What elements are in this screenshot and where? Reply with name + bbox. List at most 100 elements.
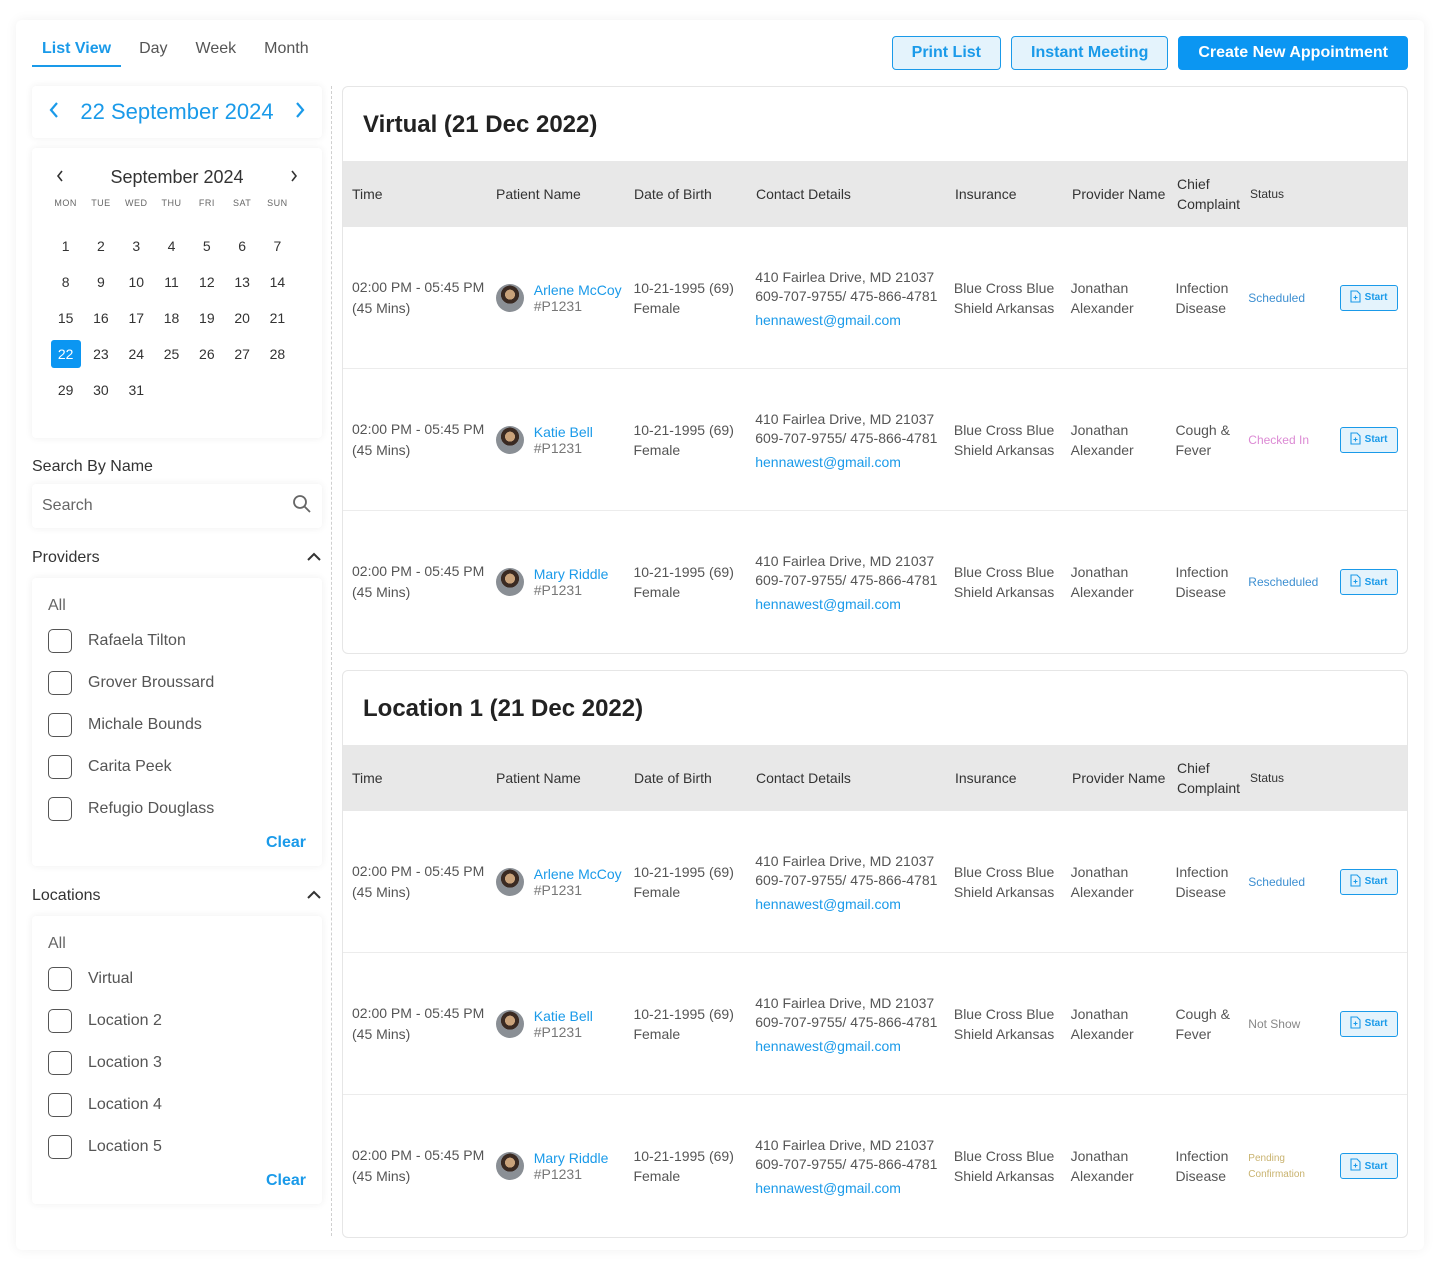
patient-name-link[interactable]: Katie Bell [534,424,593,440]
providers-header[interactable]: Providers [32,548,322,568]
calendar-day[interactable]: 22 [48,336,83,372]
calendar-day[interactable]: 16 [83,300,118,336]
email-link[interactable]: hennawest@gmail.com [755,1038,954,1054]
calendar-day[interactable]: 12 [189,264,224,300]
calendar-day[interactable]: 26 [189,336,224,372]
locations-clear-button[interactable]: Clear [48,1172,306,1190]
address: 410 Fairlea Drive, MD 21037 [755,994,935,1011]
patient-name-link[interactable]: Mary Riddle [534,566,609,582]
gender: Female [633,299,681,316]
prev-date-icon[interactable] [42,99,66,125]
search-input[interactable] [42,497,292,515]
providers-option[interactable]: Grover Broussard [48,662,306,704]
calendar-day[interactable]: 28 [260,336,295,372]
calendar-day[interactable]: 15 [48,300,83,336]
checkbox[interactable] [48,713,72,737]
calendar-day[interactable]: 2 [83,228,118,264]
table-row: 02:00 PM - 05:45 PM (45 Mins) Mary Riddle #… [343,1095,1407,1237]
locations-option[interactable]: Location 3 [48,1042,306,1084]
calendar-day[interactable]: 21 [260,300,295,336]
checkbox[interactable] [48,629,72,653]
checkbox[interactable] [48,671,72,695]
calendar-day[interactable]: 17 [119,300,154,336]
providers-option[interactable]: Carita Peek [48,746,306,788]
calendar-day[interactable]: 20 [224,300,259,336]
email-link[interactable]: hennawest@gmail.com [755,1180,954,1196]
checkbox[interactable] [48,1051,72,1075]
locations-option[interactable]: Location 2 [48,1000,306,1042]
providers-option[interactable]: Rafaela Tilton [48,620,306,662]
locations-option[interactable]: Location 4 [48,1084,306,1126]
calendar-day[interactable]: 9 [83,264,118,300]
patient-name-link[interactable]: Arlene McCoy [534,282,622,298]
instant-meeting-button[interactable]: Instant Meeting [1011,36,1169,70]
calendar-day[interactable]: 1 [48,228,83,264]
checkbox[interactable] [48,1093,72,1117]
calendar-day[interactable]: 24 [119,336,154,372]
calendar-day[interactable]: 11 [154,264,189,300]
start-button[interactable]: Start [1339,1010,1398,1037]
calendar-day-number: 16 [93,310,109,326]
calendar-day[interactable]: 27 [224,336,259,372]
print-list-button[interactable]: Print List [891,36,1001,70]
calendar-day[interactable]: 10 [119,264,154,300]
email-link[interactable]: hennawest@gmail.com [755,454,954,470]
calendar-day[interactable]: 23 [83,336,118,372]
checkbox[interactable] [48,1135,72,1159]
tab-list-view[interactable]: List View [32,36,122,67]
locations-option[interactable]: Location 5 [48,1126,306,1168]
tab-month[interactable]: Month [254,36,318,67]
checkbox[interactable] [48,797,72,821]
calendar-day[interactable]: 30 [83,372,118,408]
search-icon[interactable] [292,494,312,519]
calendar-day[interactable]: 29 [48,372,83,408]
sidebar-divider [331,86,332,1236]
create-appointment-button[interactable]: Create New Appointment [1178,36,1408,70]
providers-option[interactable]: Michale Bounds [48,704,306,746]
next-month-icon[interactable] [284,167,304,188]
patient-info: Katie Bell #P1231 [534,1008,593,1040]
calendar-day[interactable]: 4 [154,228,189,264]
locations-all-option[interactable]: All [48,930,306,958]
calendar-day[interactable]: 8 [48,264,83,300]
patient-name-link[interactable]: Katie Bell [534,1008,593,1024]
locations-option-label: Virtual [88,970,134,987]
calendar-day[interactable]: 14 [260,264,295,300]
calendar-day[interactable]: 6 [224,228,259,264]
calendar-day[interactable]: 18 [154,300,189,336]
providers-clear-button[interactable]: Clear [48,834,306,852]
calendar-day[interactable]: 25 [154,336,189,372]
providers-all-option[interactable]: All [48,592,306,620]
patient-name-link[interactable]: Arlene McCoy [534,866,622,882]
next-date-icon[interactable] [288,99,312,125]
prev-month-icon[interactable] [50,167,70,188]
checkbox[interactable] [48,755,72,779]
locations-header[interactable]: Locations [32,886,322,906]
start-button[interactable]: Start [1339,1153,1398,1179]
calendar-day[interactable]: 7 [260,228,295,264]
email-link[interactable]: hennawest@gmail.com [755,896,954,912]
providers-option[interactable]: Refugio Douglass [48,788,306,830]
tab-week[interactable]: Week [186,36,247,67]
checkbox[interactable] [48,967,72,991]
calendar-day[interactable]: 13 [224,264,259,300]
start-button[interactable]: Start [1339,569,1398,595]
email-link[interactable]: hennawest@gmail.com [755,596,954,612]
chevron-up-icon[interactable] [306,887,322,905]
start-button[interactable]: Start [1339,868,1398,895]
provider-name: Jonathan Alexander [1070,1148,1134,1184]
start-button[interactable]: Start [1339,426,1398,453]
calendar-day[interactable]: 5 [189,228,224,264]
locations-option[interactable]: Virtual [48,958,306,1000]
email-link[interactable]: hennawest@gmail.com [755,312,954,328]
calendar-day[interactable]: 19 [189,300,224,336]
start-button[interactable]: Start [1339,284,1398,311]
checkbox[interactable] [48,1009,72,1033]
chevron-up-icon[interactable] [306,549,322,567]
patient-name-link[interactable]: Mary Riddle [534,1150,609,1166]
start-label: Start [1364,876,1388,887]
calendar-day[interactable]: 31 [119,372,154,408]
tab-day[interactable]: Day [129,36,177,67]
calendar-day-number: 2 [97,238,105,254]
calendar-day[interactable]: 3 [119,228,154,264]
